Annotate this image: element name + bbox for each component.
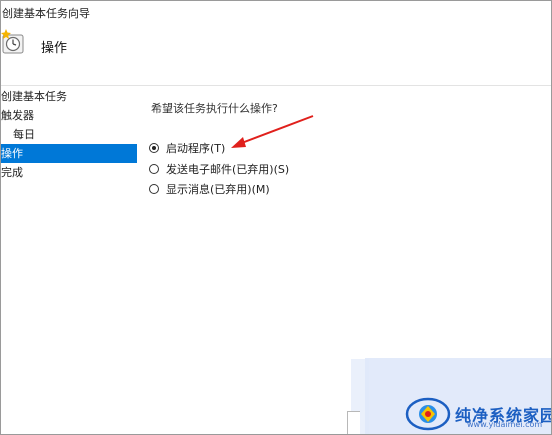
watermark-url: www.yidaimei.com xyxy=(467,420,543,429)
partial-button[interactable] xyxy=(347,411,360,434)
watermark-logo-icon xyxy=(405,397,451,431)
wizard-window: 创建基本任务向导 操作 创建基本任务 触发器 每日 操作 完成 希望该任务执行什… xyxy=(0,0,552,435)
